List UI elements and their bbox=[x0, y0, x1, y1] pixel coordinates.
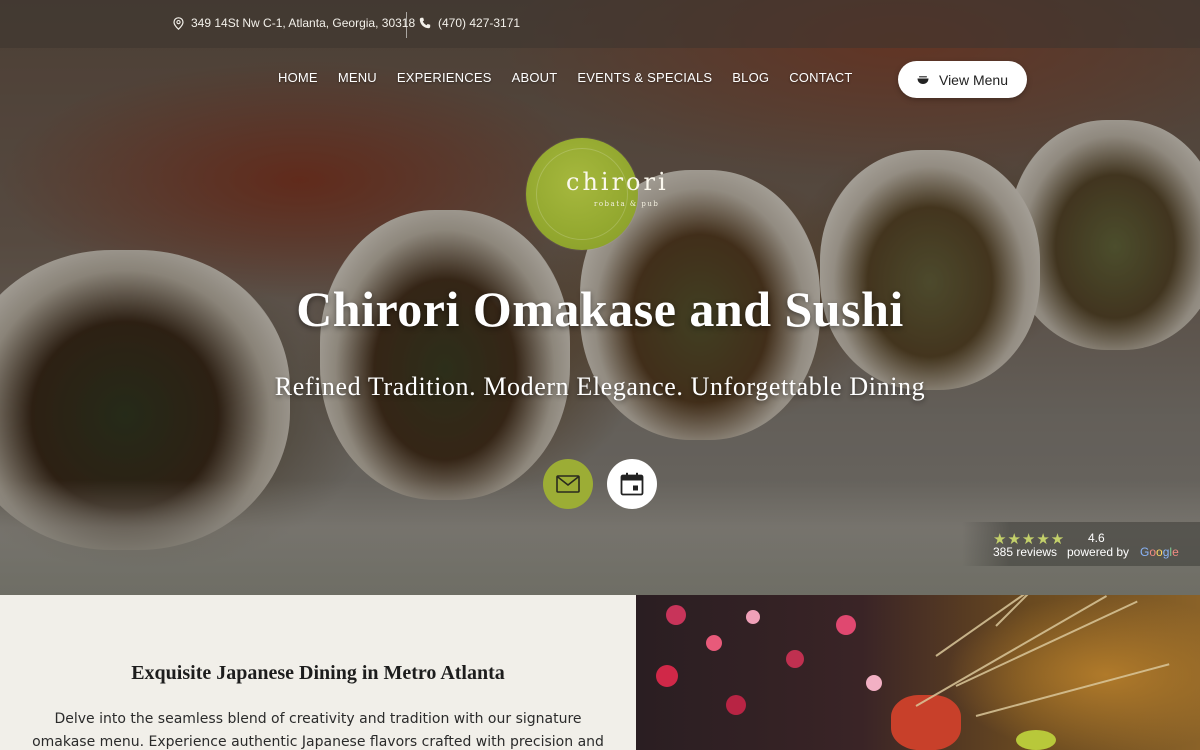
decor-twig bbox=[975, 663, 1170, 717]
decor-twig bbox=[935, 595, 1085, 657]
nav-about[interactable]: ABOUT bbox=[512, 70, 558, 85]
review-count: 385 reviews bbox=[993, 545, 1058, 559]
floral-pattern bbox=[786, 650, 804, 668]
address-text: 349 14St Nw C-1, Atlanta, Georgia, 30318 bbox=[191, 16, 416, 30]
google-logo: Google bbox=[1140, 545, 1179, 559]
nav-home[interactable]: HOME bbox=[278, 70, 318, 85]
hero-subtitle: Refined Tradition. Modern Elegance. Unfo… bbox=[274, 372, 926, 401]
nav-experiences[interactable]: EXPERIENCES bbox=[397, 70, 492, 85]
main-nav: HOME MENU EXPERIENCES ABOUT EVENTS & SPE… bbox=[278, 70, 872, 85]
intro-title: Exquisite Japanese Dining in Metro Atlan… bbox=[131, 662, 505, 684]
floral-pattern bbox=[866, 675, 882, 691]
nav-blog[interactable]: BLOG bbox=[732, 70, 769, 85]
location-pin-icon bbox=[173, 16, 184, 30]
phone-link[interactable]: (470) 427-3171 bbox=[419, 16, 520, 30]
powered-by-label: powered by bbox=[1067, 545, 1130, 559]
phone-icon bbox=[419, 17, 431, 29]
lobster-dish bbox=[891, 695, 961, 750]
nav-contact[interactable]: CONTACT bbox=[789, 70, 852, 85]
nav-events-specials[interactable]: EVENTS & SPECIALS bbox=[577, 70, 712, 85]
floral-pattern bbox=[726, 695, 746, 715]
floral-pattern bbox=[746, 610, 760, 624]
logo-wordmark: chirori bbox=[566, 168, 669, 196]
nav-menu[interactable]: MENU bbox=[338, 70, 377, 85]
logo-subtitle: robata & pub bbox=[594, 200, 660, 208]
garnish bbox=[1016, 730, 1056, 750]
mail-icon bbox=[556, 475, 580, 493]
rating-value: 4.6 bbox=[1088, 531, 1105, 545]
reservation-button[interactable] bbox=[607, 459, 657, 509]
bowl-icon bbox=[917, 75, 929, 84]
phone-text: (470) 427-3171 bbox=[438, 16, 521, 30]
intro-body: Delve into the seamless blend of creativ… bbox=[32, 711, 604, 750]
address-link[interactable]: 349 14St Nw C-1, Atlanta, Georgia, 30318 bbox=[173, 16, 415, 30]
email-button[interactable] bbox=[543, 459, 593, 509]
topbar-divider bbox=[406, 12, 407, 38]
decor-twig bbox=[955, 600, 1138, 687]
dining-photo bbox=[636, 595, 1200, 750]
floral-pattern bbox=[836, 615, 856, 635]
view-menu-button[interactable]: View Menu bbox=[898, 61, 1027, 98]
hero-title: Chirori Omakase and Sushi bbox=[296, 281, 904, 337]
floral-pattern bbox=[666, 605, 686, 625]
floral-pattern bbox=[656, 665, 678, 687]
calendar-icon bbox=[620, 472, 644, 496]
floral-pattern bbox=[706, 635, 722, 651]
view-menu-label: View Menu bbox=[938, 71, 1008, 88]
